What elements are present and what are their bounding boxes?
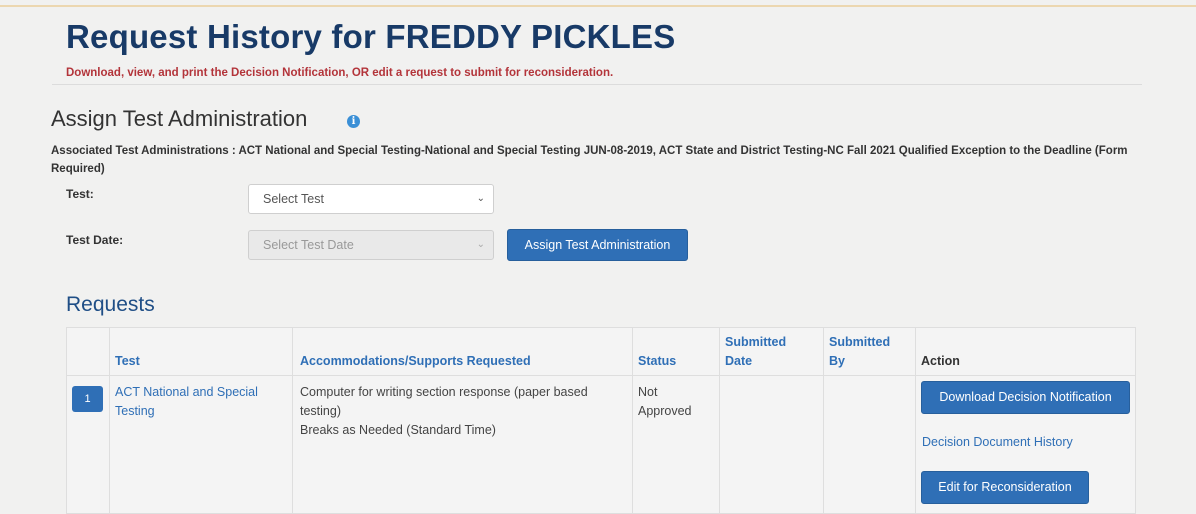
column-divider bbox=[915, 328, 916, 513]
test-select[interactable]: Select Test ⌄ bbox=[248, 184, 494, 214]
header-divider bbox=[52, 84, 1142, 85]
column-divider bbox=[292, 328, 293, 513]
column-divider bbox=[719, 328, 720, 513]
edit-for-reconsideration-button[interactable]: Edit for Reconsideration bbox=[921, 471, 1089, 504]
column-header-submitted-by[interactable]: Submitted By bbox=[829, 333, 890, 371]
accommodations-cell: Computer for writing section response (p… bbox=[300, 383, 588, 440]
test-link[interactable]: ACT National and Special Testing bbox=[115, 383, 258, 421]
info-icon[interactable]: i bbox=[347, 115, 360, 128]
requests-title: Requests bbox=[66, 293, 155, 316]
accommodation-1-line2: testing) bbox=[300, 404, 341, 418]
chevron-down-icon: ⌄ bbox=[476, 239, 485, 250]
accommodation-2: Breaks as Needed (Standard Time) bbox=[300, 423, 496, 437]
test-link-line1: ACT National and Special bbox=[115, 385, 258, 399]
page-subtitle: Download, view, and print the Decision N… bbox=[66, 67, 614, 79]
column-header-submitted-date-line1: Submitted bbox=[725, 335, 787, 349]
test-select-value: Select Test bbox=[263, 192, 324, 206]
status-line2: Approved bbox=[638, 404, 692, 418]
column-divider bbox=[109, 328, 110, 513]
accommodation-1-line1: Computer for writing section response (p… bbox=[300, 385, 588, 399]
column-header-status[interactable]: Status bbox=[638, 352, 676, 371]
download-decision-notification-button[interactable]: Download Decision Notification bbox=[921, 381, 1130, 414]
column-header-submitted-date[interactable]: Submitted Date bbox=[725, 333, 786, 371]
page-title: Request History for FREDDY PICKLES bbox=[66, 18, 676, 55]
assign-section-title: Assign Test Administration bbox=[51, 106, 308, 131]
test-label: Test: bbox=[66, 187, 94, 201]
associated-test-administrations: Associated Test Administrations : ACT Na… bbox=[51, 145, 1128, 175]
decision-document-history-link[interactable]: Decision Document History bbox=[922, 433, 1073, 452]
column-header-submitted-date-line2: Date bbox=[725, 354, 753, 368]
test-date-select[interactable]: Select Test Date ⌄ bbox=[248, 230, 494, 260]
status-cell: Not Approved bbox=[638, 383, 692, 421]
status-line1: Not bbox=[638, 385, 658, 399]
column-divider bbox=[823, 328, 824, 513]
row-number-badge[interactable]: 1 bbox=[72, 386, 103, 412]
test-link-line2: Testing bbox=[115, 404, 155, 418]
column-header-submitted-by-line1: Submitted bbox=[829, 335, 891, 349]
column-header-action: Action bbox=[921, 354, 960, 368]
chevron-down-icon: ⌄ bbox=[476, 193, 485, 204]
top-border bbox=[0, 5, 1196, 7]
test-date-select-value: Select Test Date bbox=[263, 238, 354, 252]
column-header-accommodations[interactable]: Accommodations/Supports Requested bbox=[300, 352, 531, 371]
header-row-divider bbox=[67, 375, 1135, 376]
test-date-label: Test Date: bbox=[66, 233, 124, 247]
column-header-submitted-by-line2: By bbox=[829, 354, 845, 368]
column-divider bbox=[632, 328, 633, 513]
column-header-test[interactable]: Test bbox=[115, 352, 140, 371]
assign-test-administration-button[interactable]: Assign Test Administration bbox=[507, 229, 688, 261]
requests-table: Test Accommodations/Supports Requested S… bbox=[66, 327, 1136, 514]
